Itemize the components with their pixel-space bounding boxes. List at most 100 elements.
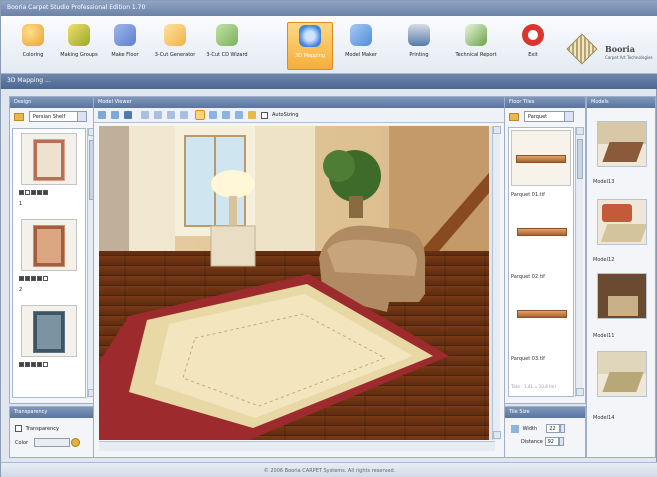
width-input[interactable]: 22 <box>546 424 561 433</box>
status-bar: © 2006 Booria CARPET Systems. All rights… <box>1 462 657 477</box>
swatch-icon[interactable] <box>43 276 48 281</box>
model-thumbnail-12[interactable] <box>597 199 647 245</box>
move-icon[interactable] <box>195 110 206 120</box>
design-thumbnail[interactable] <box>21 133 77 185</box>
design-folder-select[interactable]: Persian Shelf <box>28 111 87 122</box>
app-window: Booria Carpet Studio Professional Editio… <box>0 0 657 477</box>
floor-item-0[interactable] <box>511 130 571 186</box>
swatch-icon[interactable] <box>37 190 42 195</box>
printing-label: Printing <box>409 52 429 58</box>
coloring-button[interactable]: Coloring <box>11 22 55 70</box>
floor-scrollbar[interactable] <box>575 127 584 397</box>
model-thumbnail-14[interactable] <box>597 351 647 397</box>
scroll-up-icon[interactable] <box>493 126 501 134</box>
scroll-down-icon[interactable] <box>493 431 501 439</box>
exit-button[interactable]: Exit <box>511 22 555 70</box>
folder-icon[interactable] <box>248 111 257 119</box>
swatch-icon[interactable] <box>37 276 42 281</box>
model-thumbnail-11[interactable] <box>597 273 647 319</box>
save-icon[interactable] <box>123 111 132 119</box>
scroll-down-icon[interactable] <box>576 388 584 396</box>
folder-icon[interactable] <box>509 112 519 121</box>
model-label: Model13 <box>593 179 615 185</box>
making-groups-button[interactable]: Making Groups <box>57 22 101 70</box>
color-picker-icon[interactable] <box>71 438 81 447</box>
design-item-3[interactable]: 3 <box>17 305 83 379</box>
swatch-icon[interactable] <box>31 190 36 195</box>
3d-mapping-button[interactable]: 3D Mapping <box>287 22 333 70</box>
swatch-icon[interactable] <box>43 362 48 367</box>
chevron-down-icon[interactable] <box>76 112 86 121</box>
zoom-reset-icon[interactable] <box>179 111 188 119</box>
rotate-left-icon[interactable] <box>209 111 218 119</box>
autosizing-label: AutoSizing <box>271 112 299 118</box>
zoom-in-icon[interactable] <box>140 111 149 119</box>
swatch-icon[interactable] <box>43 190 48 195</box>
swatch-icon[interactable] <box>31 276 36 281</box>
open-icon[interactable] <box>98 111 106 119</box>
transparency-checkbox[interactable] <box>15 425 22 432</box>
model-maker-icon <box>350 24 372 46</box>
technical-report-button[interactable]: Technical Report <box>449 22 503 70</box>
floor-item-label: Parquet 03.tif <box>511 356 545 362</box>
distance-input[interactable]: 92 <box>544 437 559 446</box>
design-thumbnail[interactable] <box>21 219 77 271</box>
scroll-up-icon[interactable] <box>576 127 584 135</box>
parquet-swatch[interactable] <box>517 310 567 318</box>
swatch-icon[interactable] <box>25 276 30 281</box>
design-item-2[interactable]: 2 <box>17 219 83 293</box>
color-swatches <box>19 362 49 368</box>
cut-generator-button[interactable]: 3-Cut Generator <box>149 22 201 70</box>
making-groups-label: Making Groups <box>60 52 98 58</box>
swatch-icon[interactable] <box>37 362 42 367</box>
brand-tagline: Carpet Art Technologies <box>605 55 653 60</box>
section-title: 3D Mapping ... <box>1 74 657 89</box>
viewer-vscrollbar[interactable] <box>492 126 501 440</box>
cut-generator-label: 3-Cut Generator <box>154 52 196 58</box>
rotate-right-icon[interactable] <box>222 111 231 119</box>
swatch-icon[interactable] <box>25 190 30 195</box>
printing-button[interactable]: Printing <box>397 22 441 70</box>
model-maker-button[interactable]: Model Maker <box>339 22 383 70</box>
3d-mapping-label: 3D Mapping <box>294 53 326 59</box>
design-thumbnail[interactable] <box>21 305 77 357</box>
width-label: Width <box>522 426 538 432</box>
swatch-icon[interactable] <box>31 362 36 367</box>
design-item-1[interactable]: 1 <box>17 133 83 207</box>
zoom-fit-icon[interactable] <box>166 111 175 119</box>
parquet-swatch[interactable] <box>517 228 567 236</box>
tile-size-panel: Tile Size Width 22 Distance 92 <box>504 406 586 458</box>
perspective-icon[interactable] <box>235 111 244 119</box>
swatch-icon[interactable] <box>19 190 24 195</box>
color-field[interactable] <box>33 438 70 447</box>
autosizing-checkbox[interactable] <box>261 111 269 119</box>
model-maker-label: Model Maker <box>345 52 377 58</box>
swatch-icon[interactable] <box>19 276 24 281</box>
cut-cd-wizard-button[interactable]: 3-Cut CD Wizard <box>201 22 253 70</box>
refresh-icon[interactable] <box>110 111 119 119</box>
distance-stepper[interactable] <box>558 437 564 446</box>
transparency-checkbox-label: Transparency <box>25 426 59 432</box>
design-folder-value: Persian Shelf <box>32 114 66 120</box>
scroll-thumb[interactable] <box>577 139 583 179</box>
design-folder-row: Persian Shelf <box>10 108 96 124</box>
chevron-down-icon[interactable] <box>563 112 573 121</box>
model-thumbnail-13[interactable] <box>597 121 647 167</box>
viewer-toolbar: AutoSizing <box>94 108 504 123</box>
floor-item-label: Parquet 01.tif <box>511 192 545 198</box>
width-stepper[interactable] <box>560 424 566 433</box>
folder-icon[interactable] <box>14 112 24 121</box>
room-scene <box>99 126 495 440</box>
viewer-hscrollbar[interactable] <box>99 441 495 451</box>
swatch-icon[interactable] <box>19 362 24 367</box>
zoom-out-icon[interactable] <box>153 111 162 119</box>
swatch-icon[interactable] <box>25 362 30 367</box>
make-floor-button[interactable]: Make Floor <box>103 22 147 70</box>
floor-folder-select[interactable]: Parquet <box>523 111 574 122</box>
color-swatches <box>19 190 49 196</box>
technical-report-label: Technical Report <box>455 52 497 58</box>
model-label: Model14 <box>593 415 615 421</box>
tile-size-title: Tile Size <box>505 407 585 418</box>
room-render[interactable] <box>99 126 495 440</box>
brand-logo: Booria Carpet Art Technologies <box>566 33 655 74</box>
